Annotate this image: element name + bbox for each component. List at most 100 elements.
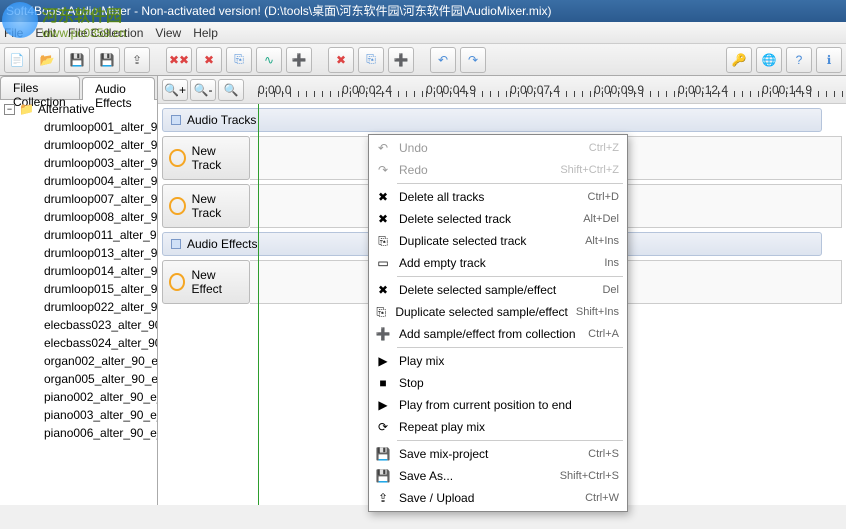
menu-item-icon: 💾: [375, 446, 391, 462]
list-item[interactable]: drumloop004_alter_90_x_: [0, 172, 157, 190]
zoom-in-button[interactable]: 🔍+: [162, 79, 188, 101]
list-item[interactable]: organ002_alter_90_e_sc4: [0, 352, 157, 370]
context-menu[interactable]: ↶UndoCtrl+Z↷RedoShift+Ctrl+Z✖Delete all …: [368, 134, 628, 512]
delete-all-icon: ✖✖: [169, 53, 189, 67]
tab-audio-effects[interactable]: Audio Effects: [82, 77, 155, 100]
menu-view[interactable]: View: [155, 26, 181, 40]
track-header[interactable]: New Track: [162, 136, 250, 180]
menu-edit[interactable]: Edit: [35, 26, 56, 40]
list-item[interactable]: drumloop007_alter_90_x_: [0, 190, 157, 208]
new-button[interactable]: 📄: [4, 47, 30, 73]
folder-icon: 📂: [40, 53, 55, 67]
save-as-button[interactable]: 💾: [94, 47, 120, 73]
list-item[interactable]: drumloop003_alter_90_x_: [0, 154, 157, 172]
list-item[interactable]: drumloop002_alter_90_x_: [0, 136, 157, 154]
duplicate-sample-button[interactable]: ⎘: [358, 47, 384, 73]
context-menu-item[interactable]: ⟳Repeat play mix: [371, 416, 625, 438]
context-menu-item[interactable]: ▶Play mix: [371, 350, 625, 372]
context-menu-item[interactable]: ➕Add sample/effect from collectionCtrl+A: [371, 323, 625, 345]
track-header[interactable]: New Track: [162, 184, 250, 228]
list-item[interactable]: piano006_alter_90_e_sc4: [0, 424, 157, 442]
duplicate-button[interactable]: ⎘: [226, 47, 252, 73]
context-menu-item[interactable]: ▶Play from current position to end: [371, 394, 625, 416]
about-button[interactable]: ℹ: [816, 47, 842, 73]
effect-header[interactable]: New Effect: [162, 260, 250, 304]
file-name: piano002_alter_90_e_sc4: [44, 390, 157, 404]
zoom-out-icon: 🔍-: [194, 83, 213, 97]
list-item[interactable]: drumloop011_alter_90_x_: [0, 226, 157, 244]
duplicate-sample-icon: ⎘: [366, 52, 376, 67]
context-menu-item[interactable]: ✖Delete selected trackAlt+Del: [371, 208, 625, 230]
context-menu-item[interactable]: 💾Save As...Shift+Ctrl+S: [371, 465, 625, 487]
list-item[interactable]: elecbass023_alter_90_e_: [0, 316, 157, 334]
file-name: drumloop022_alter_90_x_: [44, 300, 157, 314]
menu-bar: File Edit File Collection View Help: [0, 22, 846, 44]
file-name: organ005_alter_90_e_sc4: [44, 372, 157, 386]
menu-file[interactable]: File: [4, 26, 23, 40]
about-icon: ℹ: [827, 53, 832, 67]
audio-tracks-label: Audio Tracks: [187, 113, 256, 127]
tree-root[interactable]: − 📁 Alternative: [0, 100, 157, 118]
menu-file-collection[interactable]: File Collection: [68, 26, 143, 40]
delete-all-button[interactable]: ✖✖: [166, 47, 192, 73]
menu-item-icon: ■: [375, 375, 391, 391]
context-menu-item[interactable]: ✖Delete all tracksCtrl+D: [371, 186, 625, 208]
menu-item-label: Undo: [399, 141, 581, 155]
file-icon: 📄: [10, 53, 25, 67]
list-item[interactable]: piano003_alter_90_e_sc4: [0, 406, 157, 424]
menu-item-shortcut: Ctrl+A: [588, 328, 619, 340]
list-item[interactable]: piano002_alter_90_e_sc4: [0, 388, 157, 406]
collapse-square-icon[interactable]: [171, 239, 181, 249]
playhead[interactable]: [258, 104, 259, 505]
file-list[interactable]: drumloop001_alter_90_x_drumloop002_alter…: [0, 118, 157, 505]
web-button[interactable]: 🌐: [756, 47, 782, 73]
wave-icon: ∿: [264, 53, 274, 67]
zoom-out-button[interactable]: 🔍-: [190, 79, 216, 101]
context-menu-item[interactable]: ⎘Duplicate selected sample/effectShift+I…: [371, 301, 625, 323]
undo-button[interactable]: ↶: [430, 47, 456, 73]
sidebar-tabs: Files Collection Audio Effects: [0, 76, 157, 100]
list-item[interactable]: drumloop013_alter_90_x_: [0, 244, 157, 262]
list-item[interactable]: drumloop008_alter_90_x_: [0, 208, 157, 226]
timeline-ruler[interactable]: 0:00.00:00:02.40:00:04.90:00:07.40:00:09…: [248, 83, 846, 97]
menu-item-label: Delete selected sample/effect: [399, 283, 594, 297]
open-button[interactable]: 📂: [34, 47, 60, 73]
file-name: drumloop011_alter_90_x_: [44, 228, 157, 242]
ring-icon: [169, 149, 186, 167]
collapse-square-icon[interactable]: [171, 115, 181, 125]
zoom-fit-button[interactable]: 🔍: [218, 79, 244, 101]
tab-files-collection[interactable]: Files Collection: [0, 76, 80, 99]
add-sample-button[interactable]: ➕: [388, 47, 414, 73]
wave-button[interactable]: ∿: [256, 47, 282, 73]
audio-tracks-header[interactable]: Audio Tracks: [162, 108, 822, 132]
list-item[interactable]: drumloop001_alter_90_x_: [0, 118, 157, 136]
context-menu-item[interactable]: ■Stop: [371, 372, 625, 394]
delete-sample-button[interactable]: ✖: [328, 47, 354, 73]
list-item[interactable]: drumloop014_alter_90_x_: [0, 262, 157, 280]
redo-button[interactable]: ↷: [460, 47, 486, 73]
collapse-icon[interactable]: −: [4, 104, 15, 115]
help-button[interactable]: ?: [786, 47, 812, 73]
context-menu-item[interactable]: ⇪Save / UploadCtrl+W: [371, 487, 625, 509]
context-menu-item[interactable]: 💾Save mix-projectCtrl+S: [371, 443, 625, 465]
help-icon: ?: [796, 53, 803, 67]
context-menu-item[interactable]: ✖Delete selected sample/effectDel: [371, 279, 625, 301]
list-item[interactable]: drumloop015_alter_90_x_: [0, 280, 157, 298]
effect-label: New Effect: [191, 268, 243, 296]
menu-item-icon: ↶: [375, 140, 391, 156]
file-name: piano003_alter_90_e_sc4: [44, 408, 157, 422]
upload-button[interactable]: ⇪: [124, 47, 150, 73]
context-menu-item[interactable]: ⎘Duplicate selected trackAlt+Ins: [371, 230, 625, 252]
key-button[interactable]: 🔑: [726, 47, 752, 73]
delete-button[interactable]: ✖: [196, 47, 222, 73]
list-item[interactable]: drumloop022_alter_90_x_: [0, 298, 157, 316]
menu-separator: [397, 276, 623, 277]
list-item[interactable]: organ005_alter_90_e_sc4: [0, 370, 157, 388]
menu-item-label: Add sample/effect from collection: [399, 327, 580, 341]
add-button[interactable]: ➕: [286, 47, 312, 73]
list-item[interactable]: elecbass024_alter_90_e_: [0, 334, 157, 352]
menu-help[interactable]: Help: [193, 26, 218, 40]
menu-item-label: Play from current position to end: [399, 398, 611, 412]
save-button[interactable]: 💾: [64, 47, 90, 73]
context-menu-item[interactable]: ▭Add empty trackIns: [371, 252, 625, 274]
